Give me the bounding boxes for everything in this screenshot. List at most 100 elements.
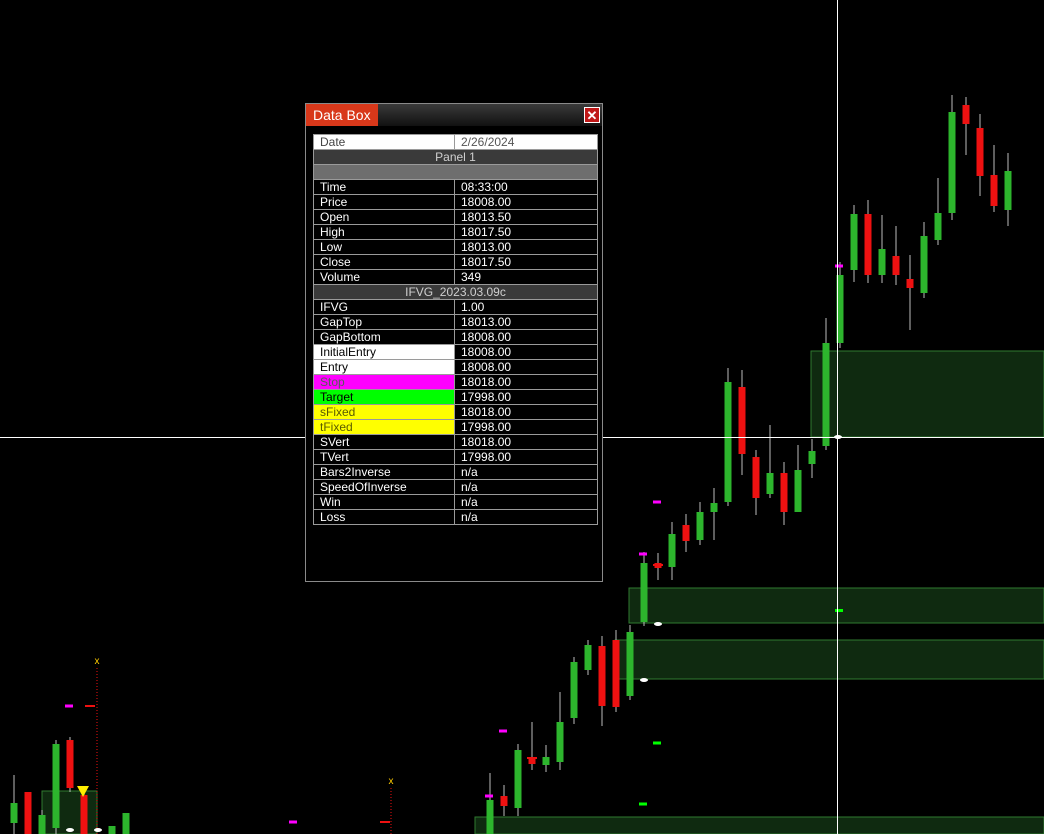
candle-up xyxy=(850,214,858,270)
candle-down xyxy=(892,256,900,275)
date-label: Date xyxy=(313,134,455,150)
data-row: Entry 18008.00 xyxy=(313,359,598,375)
data-row: Target 17998.00 xyxy=(313,389,598,405)
indicator-header-row: IFVG_2023.03.09c xyxy=(313,284,598,300)
data-row: Close 18017.50 xyxy=(313,254,598,270)
blank-row xyxy=(313,164,598,180)
data-label: Low xyxy=(313,239,455,255)
data-value: 17998.00 xyxy=(454,419,598,435)
stop-marker xyxy=(653,500,661,504)
candle-up xyxy=(486,800,494,834)
data-label: InitialEntry xyxy=(313,344,455,360)
data-value: 08:33:00 xyxy=(454,179,598,195)
data-row: InitialEntry 18008.00 xyxy=(313,344,598,360)
candle-down xyxy=(500,796,508,806)
data-value: 17998.00 xyxy=(454,389,598,405)
data-value: 18008.00 xyxy=(454,329,598,345)
candle-down xyxy=(598,646,606,706)
candle-up xyxy=(584,645,592,670)
data-box-window[interactable]: Data Box ✕ Date 2/26/2024 Panel 1 Time 08… xyxy=(305,103,603,582)
candle-down xyxy=(990,175,998,206)
candle-up xyxy=(822,343,830,446)
stop-marker xyxy=(499,729,507,733)
candle-down xyxy=(24,792,32,834)
data-label: Stop xyxy=(313,374,455,390)
data-label: SVert xyxy=(313,434,455,450)
data-value: 17998.00 xyxy=(454,449,598,465)
data-value: 18017.50 xyxy=(454,254,598,270)
candle-up xyxy=(934,213,942,240)
candle-down xyxy=(752,457,760,498)
data-row: SpeedOfInverse n/a xyxy=(313,479,598,495)
candle-up xyxy=(108,826,116,834)
candle-up xyxy=(640,563,648,622)
data-row: Stop 18018.00 xyxy=(313,374,598,390)
candle-up xyxy=(724,382,732,502)
candle-up xyxy=(38,815,46,834)
candle-up xyxy=(626,632,634,696)
data-value: 18017.50 xyxy=(454,224,598,240)
candle-up xyxy=(556,722,564,762)
candle-down xyxy=(80,795,88,834)
stop-marker xyxy=(639,552,647,556)
data-label: GapBottom xyxy=(313,329,455,345)
panel-header: Panel 1 xyxy=(313,149,598,165)
data-label: Price xyxy=(313,194,455,210)
data-value: n/a xyxy=(454,464,598,480)
candle-up xyxy=(878,249,886,275)
indicator-header: IFVG_2023.03.09c xyxy=(313,284,598,300)
candle-down xyxy=(864,214,872,275)
data-value: 18013.00 xyxy=(454,314,598,330)
data-label: SpeedOfInverse xyxy=(313,479,455,495)
candle-up xyxy=(514,750,522,808)
close-icon[interactable]: ✕ xyxy=(584,107,600,123)
data-row: Win n/a xyxy=(313,494,598,510)
data-label: tFixed xyxy=(313,419,455,435)
entry-dot xyxy=(66,828,74,832)
candle-up xyxy=(542,757,550,765)
target-marker xyxy=(639,802,647,806)
candle-up xyxy=(122,813,130,834)
data-row: GapBottom 18008.00 xyxy=(313,329,598,345)
data-label: Open xyxy=(313,209,455,225)
data-value: n/a xyxy=(454,509,598,525)
data-label: Volume xyxy=(313,269,455,285)
data-row: Volume 349 xyxy=(313,269,598,285)
fvg-zone xyxy=(614,639,1044,680)
signal-x-label: x xyxy=(95,656,100,667)
data-label: Target xyxy=(313,389,455,405)
panel-header-row: Panel 1 xyxy=(313,149,598,165)
candle-down xyxy=(682,525,690,541)
candle-up xyxy=(920,236,928,293)
candle-up xyxy=(52,744,60,828)
data-value: n/a xyxy=(454,479,598,495)
data-box-titlebar[interactable]: Data Box ✕ xyxy=(306,104,602,126)
candle-down xyxy=(66,740,74,788)
data-value: 18008.00 xyxy=(454,344,598,360)
data-label: TVert xyxy=(313,449,455,465)
data-value: 18018.00 xyxy=(454,374,598,390)
data-value: 18013.00 xyxy=(454,239,598,255)
entry-marker xyxy=(653,564,663,566)
data-row: Price 18008.00 xyxy=(313,194,598,210)
candle-up xyxy=(10,803,18,823)
candle-up xyxy=(794,470,802,512)
date-row: Date 2/26/2024 xyxy=(313,134,598,150)
data-row: Low 18013.00 xyxy=(313,239,598,255)
data-label: Time xyxy=(313,179,455,195)
entry-marker xyxy=(380,821,390,823)
data-row: SVert 18018.00 xyxy=(313,434,598,450)
candle-down xyxy=(962,105,970,124)
candle-up xyxy=(710,503,718,512)
data-value: 18018.00 xyxy=(454,434,598,450)
data-label: sFixed xyxy=(313,404,455,420)
data-row: GapTop 18013.00 xyxy=(313,314,598,330)
fvg-zone xyxy=(628,587,1044,624)
entry-dot xyxy=(640,678,648,682)
entry-dot xyxy=(94,828,102,832)
data-row: Loss n/a xyxy=(313,509,598,525)
candle-up xyxy=(1004,171,1012,210)
candle-up xyxy=(808,451,816,464)
data-row: High 18017.50 xyxy=(313,224,598,240)
candle-up xyxy=(696,512,704,540)
